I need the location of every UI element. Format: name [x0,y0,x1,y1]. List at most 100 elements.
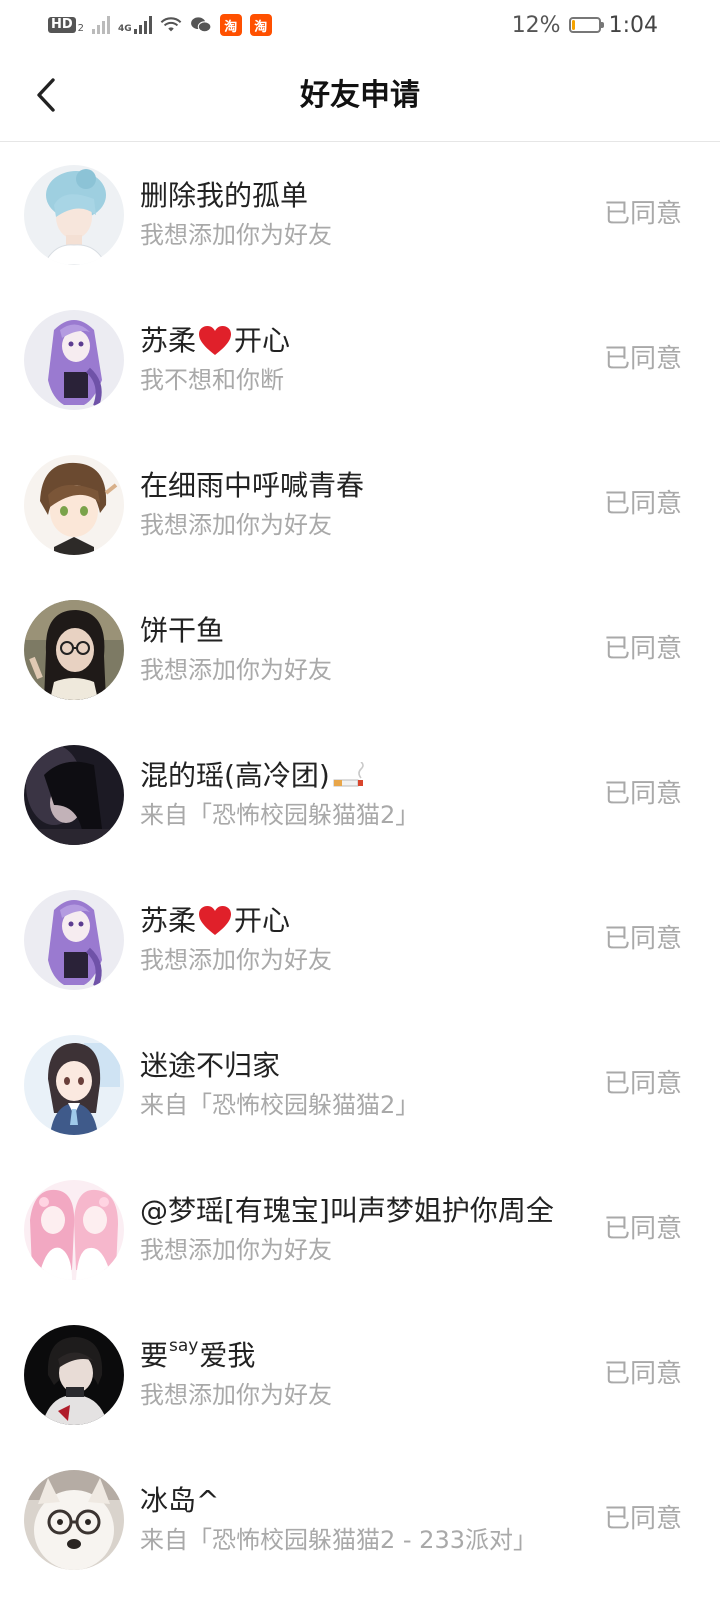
user-name-part: 要 [140,1339,169,1372]
avatar-white-dog-glasses [24,1470,124,1570]
user-name-part: 删除我的孤单 [140,179,309,212]
request-message: 我想添加你为好友 [140,1381,332,1409]
avatar-school-girl-anime [24,1035,124,1135]
hd-sub-label: 2 [77,22,85,34]
friend-request-row[interactable]: 苏柔 开心我不想和你断 已同意 [0,287,720,432]
avatar[interactable] [24,745,124,845]
friend-request-row[interactable]: 删除我的孤单 我想添加你为好友 已同意 [0,142,720,287]
friend-request-row[interactable]: 在细雨中呼喊青春 我想添加你为好友 已同意 [0,432,720,577]
friend-request-row[interactable]: @梦瑶[有瑰宝]叫声梦姐护你周全 我想添加你为好友 已同意 [0,1157,720,1302]
request-message: 我想添加你为好友 [140,946,332,974]
user-name-part: @梦瑶[有瑰宝]叫声梦姐护你周全 [140,1194,554,1227]
status-label-accepted: 已同意 [603,779,682,809]
hd-icon: HD [48,17,76,33]
user-name-part: 开心 [234,324,291,357]
avatar-purple-hair-anime [24,890,124,990]
avatar-blue-hair-boy [24,165,124,265]
avatar-dark-photo [24,745,124,845]
user-name: 在细雨中呼喊青春 [140,468,590,504]
cigarette-icon [333,762,364,787]
request-message: 我想添加你为好友 [140,221,332,249]
avatar[interactable] [24,1180,124,1280]
clock: 1:04 [608,12,658,38]
status-label-accepted: 已同意 [603,1069,682,1099]
friend-request-row[interactable]: 混的瑶(高冷团) 来自「恐怖校园躲猫猫2」 已同意 [0,722,720,867]
request-text: 苏柔 开心我不想和你断 [140,323,590,397]
user-name: 饼干鱼 [140,613,590,649]
avatar-brown-hair-anime-boy [24,455,124,555]
wechat-icon [190,17,212,33]
friend-request-row[interactable]: 饼干鱼 我想添加你为好友 已同意 [0,577,720,722]
user-name-part: 混的瑶(高冷团) [140,759,330,792]
avatar[interactable] [24,310,124,410]
heart-icon [199,906,232,935]
user-name-part: 在细雨中呼喊青春 [140,469,365,502]
request-text: 要 say 爱我我想添加你为好友 [140,1336,590,1412]
request-message: 我不想和你断 [140,366,284,394]
request-message: 我想添加你为好友 [140,1236,332,1264]
top-bar: 好友申请 [0,50,720,142]
friend-request-list: 删除我的孤单 我想添加你为好友 已同意 苏柔 开心 我不想和你断 已同意 在细雨中呼喊青春… [0,142,720,1592]
user-name-part: 苏柔 [140,324,197,357]
friend-request-row[interactable]: 要 say 爱我 我想添加你为好友 已同意 [0,1302,720,1447]
avatar[interactable] [24,890,124,990]
status-label-accepted: 已同意 [603,1504,682,1534]
user-name: 混的瑶(高冷团) [140,758,590,794]
user-name-part: say [169,1336,199,1356]
user-name-part: 爱我 [199,1339,256,1372]
request-message: 我想添加你为好友 [140,511,332,539]
page-title: 好友申请 [300,78,420,113]
request-text: 冰岛^ 来自「恐怖校园躲猫猫2 - 233派对」 [140,1483,590,1557]
request-text: 饼干鱼我想添加你为好友 [140,613,590,687]
avatar[interactable] [24,1470,124,1570]
wifi-icon [160,17,182,32]
status-bar: HD 2 4G 淘 淘 12% 1:04 [0,0,720,50]
avatar[interactable] [24,600,124,700]
friend-request-row[interactable]: 迷途不归家 来自「恐怖校园躲猫猫2」 已同意 [0,1012,720,1157]
avatar[interactable] [24,455,124,555]
status-label-accepted: 已同意 [603,1359,682,1389]
user-name: 苏柔 开心 [140,323,590,359]
battery-icon [568,17,604,33]
request-text: 在细雨中呼喊青春我想添加你为好友 [140,468,590,542]
avatar-dark-selfie [24,1325,124,1425]
user-name: 要 say 爱我 [140,1336,590,1374]
user-name: 冰岛^ [140,1483,590,1519]
avatar-purple-hair-anime [24,310,124,410]
user-name-part: 冰岛^ [140,1484,220,1517]
request-text: 删除我的孤单我想添加你为好友 [140,178,590,252]
status-label-accepted: 已同意 [603,634,682,664]
user-name-part: 饼干鱼 [140,614,225,647]
request-text: 迷途不归家来自「恐怖校园躲猫猫2」 [140,1048,590,1122]
status-label-accepted: 已同意 [603,1214,682,1244]
request-text: 苏柔 开心我想添加你为好友 [140,903,590,977]
request-message: 来自「恐怖校园躲猫猫2」 [140,801,420,829]
avatar[interactable] [24,1325,124,1425]
user-name: @梦瑶[有瑰宝]叫声梦姐护你周全 [140,1193,590,1229]
user-name: 删除我的孤单 [140,178,590,214]
avatar[interactable] [24,165,124,265]
user-name: 迷途不归家 [140,1048,590,1084]
request-message: 来自「恐怖校园躲猫猫2」 [140,1091,420,1119]
battery-percent: 12% [511,12,561,38]
request-text: @梦瑶[有瑰宝]叫声梦姐护你周全我想添加你为好友 [140,1193,590,1267]
user-name-part: 迷途不归家 [140,1049,281,1082]
user-name: 苏柔 开心 [140,903,590,939]
status-label-accepted: 已同意 [603,924,682,954]
request-message: 来自「恐怖校园躲猫猫2 - 233派对」 [140,1526,537,1554]
avatar[interactable] [24,1035,124,1135]
friend-request-row[interactable]: 苏柔 开心我想添加你为好友 已同意 [0,867,720,1012]
status-bar-left: HD 2 4G 淘 淘 [48,14,272,36]
friend-request-row[interactable]: 冰岛^ 来自「恐怖校园躲猫猫2 - 233派对」 已同意 [0,1447,720,1592]
user-name-part: 苏柔 [140,904,197,937]
signal-icon [92,16,111,34]
avatar-girl-glasses-photo [24,600,124,700]
signal-icon [133,16,152,34]
status-label-accepted: 已同意 [603,344,682,374]
avatar-pink-twins-anime [24,1180,124,1280]
battery-level-fill [571,20,575,30]
request-message: 我想添加你为好友 [140,656,332,684]
network-type-label: 4G [118,24,132,34]
request-text: 混的瑶(高冷团) 来自「恐怖校园躲猫猫2」 [140,758,590,832]
user-name-part: 开心 [234,904,291,937]
